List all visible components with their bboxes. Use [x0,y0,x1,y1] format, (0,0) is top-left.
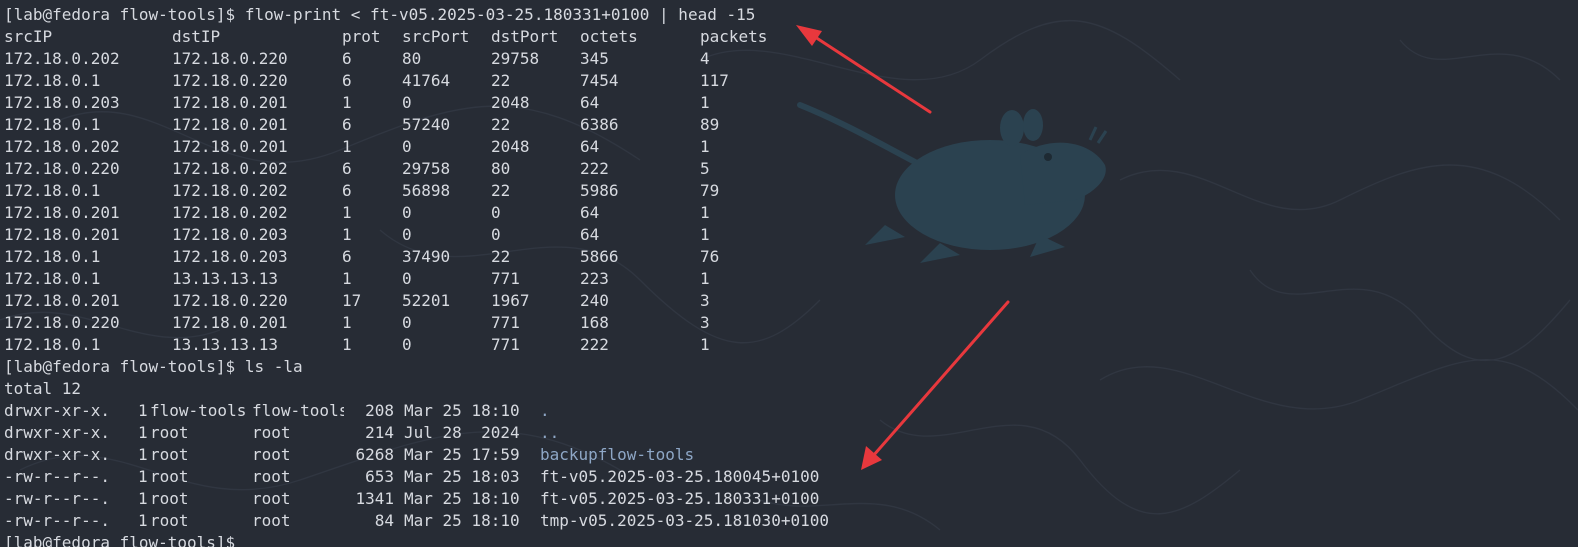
annotation-arrows [796,25,1010,470]
terminal-window[interactable]: [lab@fedora flow-tools]$ flow-print < ft… [0,0,1578,547]
annotation-arrow-icon [861,300,1010,470]
annotation-arrow-icon [796,25,932,114]
